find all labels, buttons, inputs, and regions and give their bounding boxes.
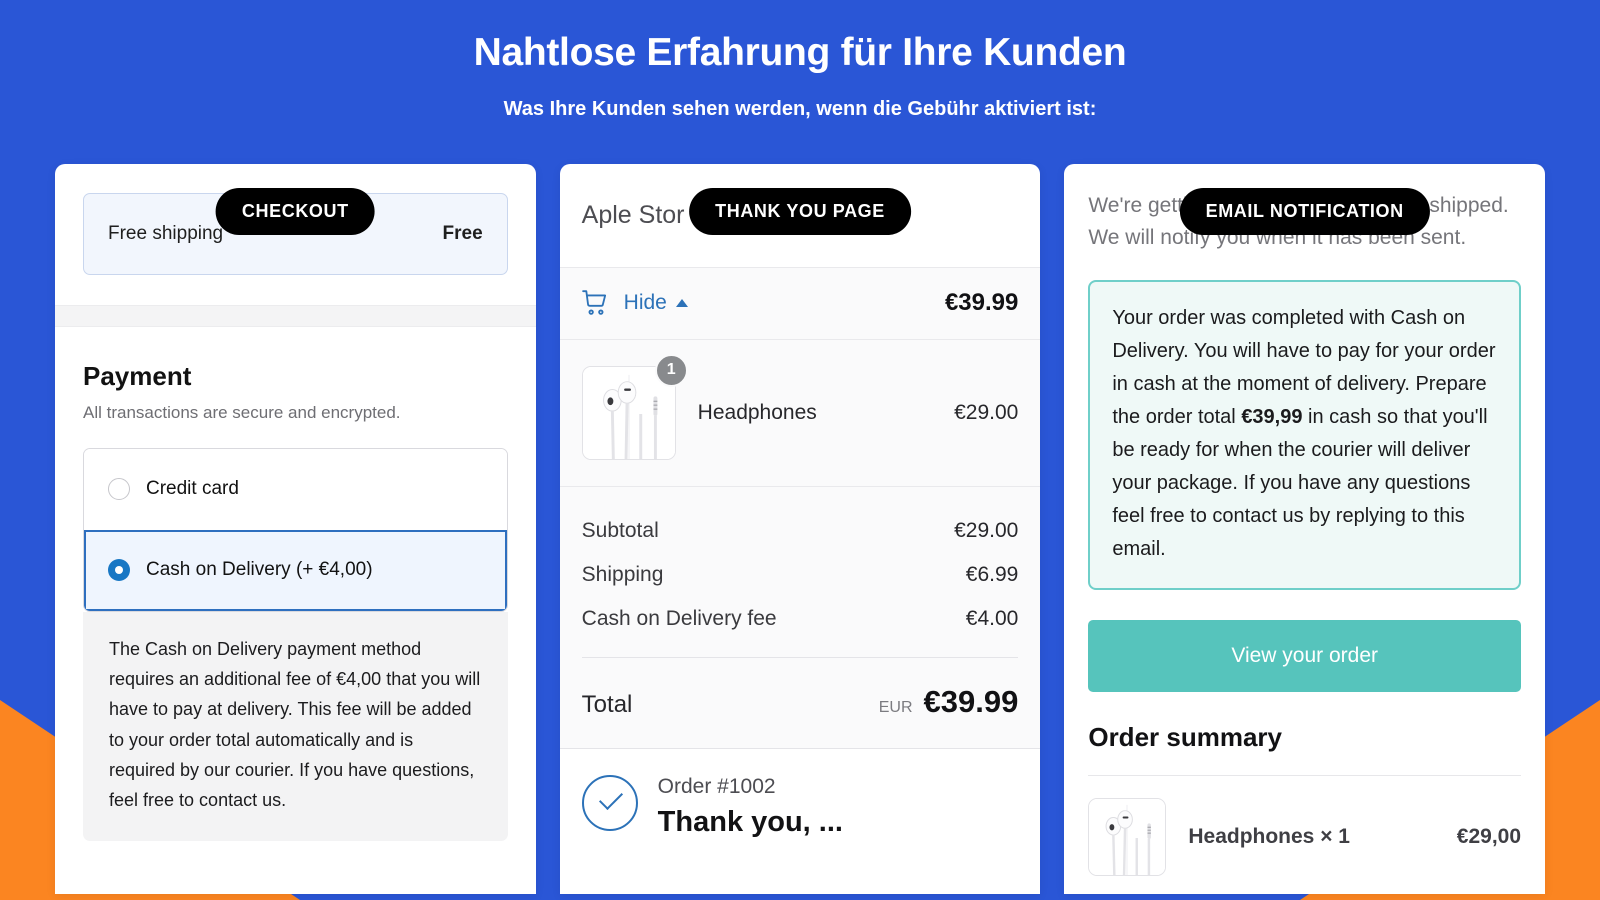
line-item-price: €29.00: [954, 400, 1019, 424]
cod-email-note-part2: in cash so that you'll be ready for when…: [1112, 405, 1488, 560]
check-circle-icon: [581, 774, 638, 831]
order-summary-title: Order summary: [1088, 721, 1282, 752]
order-totals: Subtotal €29.00 Shipping €6.99 Cash on D…: [559, 486, 1041, 748]
payment-option-credit-card[interactable]: Credit card: [84, 448, 507, 530]
page-subtitle: Was Ihre Kunden sehen werden, wenn die G…: [503, 97, 1097, 120]
total-row-cod-fee: Cash on Delivery fee €4.00: [582, 597, 1019, 641]
payment-subtitle: All transactions are secure and encrypte…: [83, 402, 401, 422]
total-row-subtotal: Subtotal €29.00: [582, 509, 1019, 553]
cart-toggle[interactable]: Hide: [581, 290, 688, 316]
grand-total-right: EUR €39.99: [879, 684, 1019, 720]
page-header: Nahtlose Erfahrung für Ihre Kunden Was I…: [0, 0, 1600, 121]
total-row-cod-fee-label: Cash on Delivery fee: [581, 606, 777, 630]
cod-email-note-amount: €39,99: [1241, 405, 1303, 428]
payment-options-list: Credit card Cash on Delivery (+ €4,00): [83, 447, 508, 612]
store-name: Aple Stor: [581, 200, 685, 229]
checkout-card: CHECKOUT Free shipping Free Payment All …: [55, 163, 536, 894]
grand-total-row: Total EUR €39.99: [582, 658, 1019, 748]
line-item-thumbnail-wrap: 1: [581, 353, 688, 460]
hide-cart-link[interactable]: Hide: [624, 291, 688, 315]
cart-summary-bar[interactable]: Hide €39.99: [559, 267, 1041, 340]
email-notification-card: EMAIL NOTIFICATION We're getting your or…: [1064, 163, 1546, 894]
payment-option-credit-card-label: Credit card: [146, 478, 239, 500]
total-row-shipping-value: €6.99: [965, 562, 1019, 586]
payment-option-cash-on-delivery-label: Cash on Delivery (+ €4,00): [146, 559, 373, 581]
order-number: Order #1002: [657, 774, 776, 798]
summary-item-name: Headphones × 1: [1188, 824, 1350, 848]
hide-cart-label: Hide: [623, 291, 667, 315]
grand-total-currency: EUR: [878, 698, 913, 716]
free-shipping-label: Free shipping: [108, 222, 224, 244]
total-row-shipping-label: Shipping: [581, 562, 664, 586]
cod-email-note: Your order was completed with Cash on De…: [1088, 279, 1522, 590]
cash-on-delivery-info-text: The Cash on Delivery payment method requ…: [83, 611, 508, 842]
order-confirmation-footer: Order #1002 Thank you, ...: [559, 747, 1041, 839]
thank-you-card: THANK YOU PAGE Aple Stor Hide €39.99 1 H…: [559, 163, 1041, 894]
payment-option-cash-on-delivery[interactable]: Cash on Delivery (+ €4,00): [84, 529, 507, 611]
cart-line-item: 1 Headphones €29.00: [559, 339, 1041, 487]
page-title: Nahtlose Erfahrung für Ihre Kunden: [473, 31, 1127, 74]
line-item-name: Headphones: [697, 400, 817, 424]
cart-total-amount: €39.99: [944, 289, 1019, 317]
payment-section: Payment All transactions are secure and …: [55, 327, 536, 612]
order-thanks-line: Thank you, ...: [657, 805, 843, 838]
section-divider-band: [55, 304, 536, 327]
order-confirmation-text: Order #1002 Thank you, ...: [658, 775, 843, 839]
summary-headphones-product-image: [1088, 797, 1167, 876]
summary-item-price: €29,00: [1456, 824, 1522, 848]
total-row-subtotal-value: €29.00: [954, 518, 1019, 542]
grand-total-value: €39.99: [923, 683, 1019, 719]
shopping-cart-icon: [581, 290, 610, 316]
radio-icon-credit-card[interactable]: [108, 478, 130, 501]
badge-thank-you-page: THANK YOU PAGE: [689, 187, 911, 235]
payment-title: Payment: [83, 360, 192, 391]
total-row-subtotal-label: Subtotal: [581, 518, 659, 542]
badge-email-notification: EMAIL NOTIFICATION: [1179, 187, 1430, 235]
total-row-shipping: Shipping €6.99: [582, 553, 1019, 597]
badge-checkout: CHECKOUT: [215, 187, 375, 235]
summary-line-item: Headphones × 1 €29,00: [1088, 774, 1522, 894]
email-body: We're getting your order ready to be shi…: [1064, 164, 1545, 894]
total-row-cod-fee-value: €4.00: [965, 606, 1019, 630]
free-shipping-price: Free: [442, 222, 483, 244]
cards-row: CHECKOUT Free shipping Free Payment All …: [0, 163, 1600, 894]
grand-total-label: Total: [581, 690, 633, 718]
radio-icon-cash-on-delivery[interactable]: [108, 559, 130, 582]
line-item-quantity-badge: 1: [654, 353, 688, 387]
view-your-order-button[interactable]: View your order: [1088, 619, 1522, 692]
chevron-up-icon: [675, 299, 688, 308]
